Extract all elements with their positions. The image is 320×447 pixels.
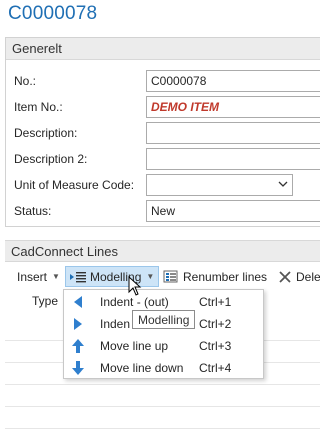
menu-item-label: Inden bbox=[100, 317, 131, 331]
menu-item-move-down[interactable]: Move line down Ctrl+4 bbox=[64, 357, 263, 379]
grid-row-divider bbox=[5, 428, 320, 429]
uom-select[interactable] bbox=[146, 174, 293, 196]
field-status-label: Status: bbox=[14, 204, 52, 218]
column-header-type[interactable]: Type bbox=[32, 294, 58, 308]
arrow-right-icon bbox=[74, 318, 82, 330]
status-field[interactable]: New bbox=[146, 200, 320, 222]
caret-down-icon: ▼ bbox=[52, 272, 60, 281]
caret-down-icon: ▼ bbox=[146, 272, 155, 281]
field-item-no-label: Item No.: bbox=[14, 100, 63, 114]
menu-item-move-up[interactable]: Move line up Ctrl+3 bbox=[64, 335, 263, 357]
field-description-2-label: Description 2: bbox=[14, 152, 88, 166]
delete-label: Dele bbox=[296, 269, 320, 284]
menu-item-shortcut: Ctrl+3 bbox=[199, 339, 232, 353]
insert-button[interactable]: Insert ▼ bbox=[17, 266, 60, 287]
menu-item-shortcut: Ctrl+4 bbox=[199, 361, 232, 375]
modelling-dropdown-menu: Indent - (out) Ctrl+1 Inden Ctrl+2 Move … bbox=[63, 289, 264, 379]
indent-list-icon bbox=[70, 271, 86, 282]
lines-toolbar: Insert ▼ Modelling ▼ Renumber lines Dele bbox=[5, 263, 320, 289]
modelling-button[interactable]: Modelling ▼ bbox=[65, 266, 160, 287]
lines-header[interactable]: CadConnect Lines bbox=[5, 240, 320, 262]
chevron-down-icon bbox=[278, 181, 288, 187]
renumber-icon bbox=[163, 270, 178, 282]
menu-item-label: Move line up bbox=[100, 339, 169, 353]
description-2-field[interactable] bbox=[146, 148, 320, 170]
item-no-field[interactable]: DEMO ITEM bbox=[146, 96, 320, 118]
field-description-label: Description: bbox=[14, 126, 78, 140]
menu-item-shortcut: Ctrl+1 bbox=[199, 295, 232, 309]
description-field[interactable] bbox=[146, 122, 320, 144]
delete-x-icon bbox=[279, 270, 291, 283]
page-title: C0000078 bbox=[8, 3, 98, 24]
general-header[interactable]: Generelt bbox=[6, 38, 320, 60]
field-description: Description: bbox=[14, 122, 320, 144]
menu-item-label: Indent - (out) bbox=[100, 295, 169, 309]
field-uom-label: Unit of Measure Code: bbox=[14, 178, 135, 192]
renumber-lines-label: Renumber lines bbox=[183, 269, 268, 284]
field-no-label: No.: bbox=[14, 74, 37, 88]
field-uom: Unit of Measure Code: bbox=[14, 174, 320, 196]
arrow-down-icon bbox=[72, 361, 84, 375]
mouse-cursor-icon bbox=[128, 276, 142, 296]
menu-item-shortcut: Ctrl+2 bbox=[199, 317, 232, 331]
grid-row-divider bbox=[5, 384, 320, 385]
arrow-up-icon bbox=[72, 339, 84, 353]
no-field[interactable]: C0000078 bbox=[146, 70, 320, 92]
field-description-2: Description 2: bbox=[14, 148, 320, 170]
insert-label: Insert bbox=[17, 269, 48, 284]
renumber-lines-button[interactable]: Renumber lines bbox=[163, 266, 267, 287]
field-no: No.: C0000078 bbox=[14, 70, 320, 92]
field-status: Status: New bbox=[14, 200, 320, 222]
modelling-tooltip: Modelling bbox=[132, 310, 196, 329]
arrow-left-icon bbox=[74, 296, 82, 308]
menu-item-label: Move line down bbox=[100, 361, 184, 375]
field-item-no: Item No.: DEMO ITEM bbox=[14, 96, 320, 118]
delete-button[interactable]: Dele bbox=[278, 266, 320, 287]
grid-row-divider bbox=[5, 406, 320, 407]
